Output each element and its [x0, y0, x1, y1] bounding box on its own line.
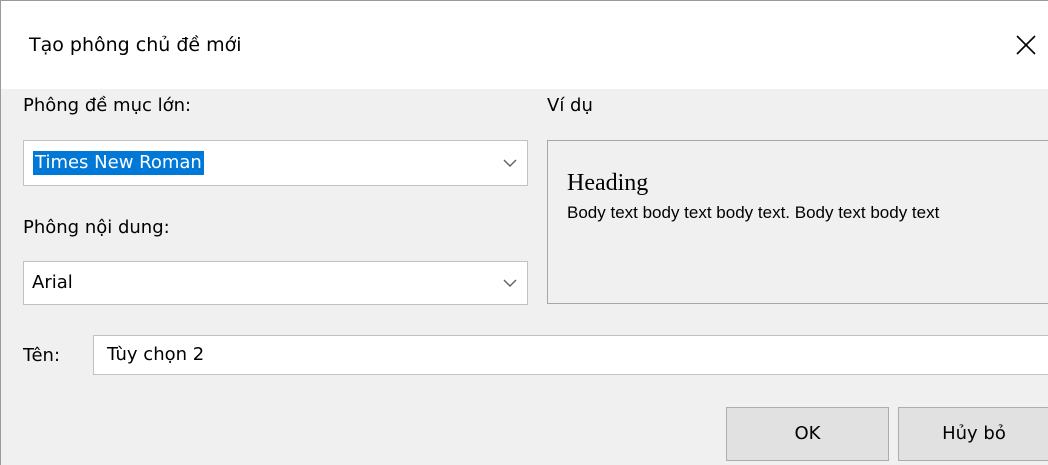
title-bar: Tạo phông chủ đề mới — [1, 1, 1048, 89]
ok-button[interactable]: OK — [726, 407, 889, 461]
sample-preview: Heading Body text body text body text. B… — [547, 140, 1048, 304]
close-button[interactable] — [1006, 25, 1046, 65]
close-icon — [1016, 35, 1036, 55]
sample-label: Ví dụ — [547, 95, 593, 116]
heading-font-label: Phông đề mục lớn: — [23, 95, 192, 116]
name-value: Tùy chọn 2 — [107, 344, 205, 365]
name-input[interactable]: Tùy chọn 2 — [93, 335, 1048, 375]
body-font-select[interactable]: Arial — [23, 261, 528, 305]
cancel-button[interactable]: Hủy bỏ — [898, 407, 1048, 461]
create-theme-fonts-dialog: Tạo phông chủ đề mới Phông đề mục lớn: T… — [0, 0, 1048, 465]
dialog-title: Tạo phông chủ đề mới — [29, 34, 242, 56]
sample-body-text: Body text body text body text. Body text… — [567, 203, 940, 222]
heading-font-value: Times New Roman — [33, 151, 204, 175]
chevron-down-icon — [503, 159, 517, 167]
body-font-label: Phông nội dung: — [23, 217, 170, 238]
sample-heading: Heading — [567, 170, 649, 196]
chevron-down-icon — [503, 279, 517, 287]
name-label: Tên: — [23, 345, 61, 366]
heading-font-select[interactable]: Times New Roman — [23, 140, 528, 186]
body-font-value: Arial — [32, 272, 73, 293]
